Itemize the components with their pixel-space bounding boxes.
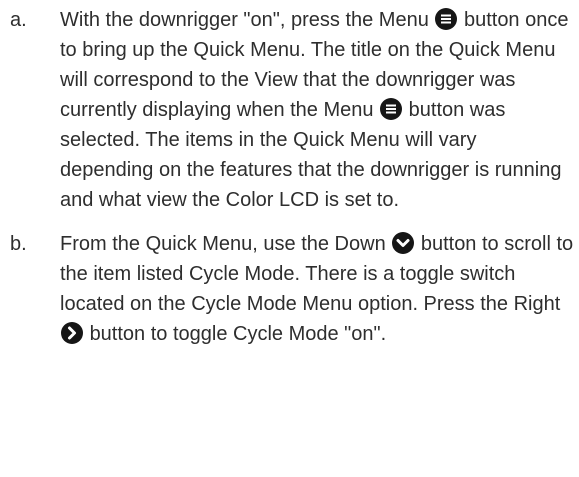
step-text-part: button to toggle Cycle Mode "on". — [89, 323, 387, 345]
menu-icon — [435, 8, 458, 30]
step-marker: b. — [10, 233, 27, 255]
menu-icon — [380, 98, 403, 120]
chevron-down-icon — [392, 232, 415, 254]
step-marker: a. — [10, 9, 27, 31]
step-text-part: With the downrigger "on", press the Menu — [60, 9, 429, 31]
step-a: a. With the downrigger "on", press the M… — [0, 5, 579, 215]
step-b: b. From the Quick Menu, use the Down but… — [0, 229, 579, 349]
chevron-right-icon — [61, 322, 83, 344]
instruction-document: a. With the downrigger "on", press the M… — [0, 0, 579, 349]
step-text-part: From the Quick Menu, use the Down — [60, 233, 386, 255]
